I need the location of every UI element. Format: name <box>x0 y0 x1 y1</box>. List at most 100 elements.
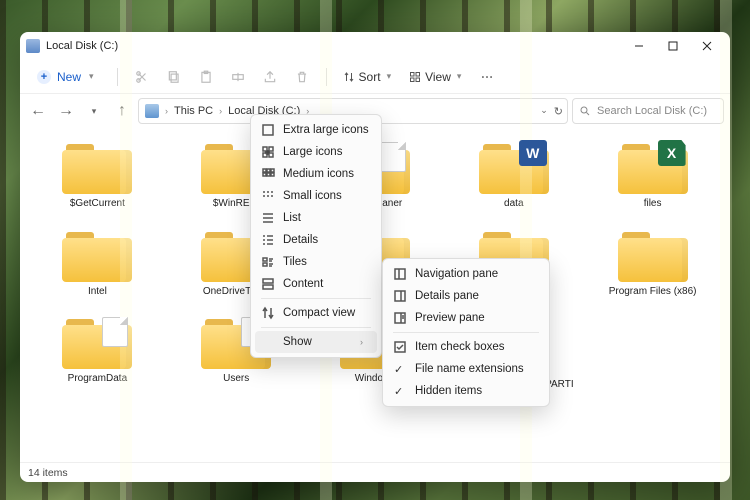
folder-icon <box>477 138 551 196</box>
show-submenu-item[interactable]: ✓ Hidden items <box>387 380 545 402</box>
share-button[interactable] <box>256 63 284 91</box>
item-label: Program Files (x86) <box>609 286 697 298</box>
chevron-down-icon: ▾ <box>87 71 96 82</box>
view-menu-item[interactable]: Details <box>255 229 377 251</box>
grid-s-icon <box>261 189 275 203</box>
drive-icon <box>26 39 40 53</box>
menu-item-label: Content <box>283 278 323 290</box>
item-label: Intel <box>88 286 107 298</box>
cut-button[interactable] <box>128 63 156 91</box>
show-submenu-item[interactable]: Show› <box>255 331 377 353</box>
show-submenu-item[interactable]: Details pane <box>387 285 545 307</box>
list-item[interactable]: Program Files (x86) <box>587 222 718 302</box>
rename-button[interactable] <box>224 63 252 91</box>
list-item[interactable]: Intel <box>32 222 163 302</box>
menu-item-label: File name extensions <box>415 363 524 375</box>
drive-icon <box>145 104 159 118</box>
word-badge-icon <box>519 140 547 166</box>
list-item[interactable]: data <box>448 134 579 214</box>
delete-button[interactable] <box>288 63 316 91</box>
view-icon <box>409 71 421 83</box>
maximize-button[interactable] <box>656 32 690 60</box>
search-placeholder: Search Local Disk (C:) <box>597 105 707 117</box>
sort-button-label: Sort <box>359 70 381 84</box>
show-submenu-item[interactable]: Navigation pane <box>387 263 545 285</box>
refresh-button[interactable]: ↻ <box>554 105 563 118</box>
new-button[interactable]: + New ▾ <box>26 65 107 89</box>
menu-item-label: Details pane <box>415 290 479 302</box>
menu-separator <box>261 327 371 328</box>
folder-icon <box>616 138 690 196</box>
content-icon <box>261 277 275 291</box>
plus-icon: + <box>37 70 51 84</box>
item-label: ProgramData <box>68 373 127 385</box>
folder-icon <box>60 313 134 371</box>
menu-item-label: Preview pane <box>415 312 485 324</box>
item-label: files <box>644 198 662 210</box>
copy-button[interactable] <box>160 63 188 91</box>
search-icon <box>579 105 591 117</box>
view-menu-item[interactable]: Large icons <box>255 141 377 163</box>
menu-item-label: Extra large icons <box>283 124 369 136</box>
view-menu-item[interactable]: Extra large icons <box>255 119 377 141</box>
up-button[interactable]: ↑ <box>110 99 134 123</box>
view-menu: Extra large icons Large icons Medium icons… <box>250 114 382 358</box>
document-overlay-icon <box>102 317 128 347</box>
chevron-down-icon: ▾ <box>385 71 394 82</box>
menu-item-label: Navigation pane <box>415 268 498 280</box>
item-label: data <box>504 198 523 210</box>
menu-item-label: Large icons <box>283 146 342 158</box>
menu-item-label: Hidden items <box>415 385 482 397</box>
grid-m-icon <box>261 167 275 181</box>
show-submenu-item[interactable]: Preview pane <box>387 307 545 329</box>
view-menu-item[interactable]: Small icons <box>255 185 377 207</box>
pane-preview-icon <box>393 311 407 325</box>
list-item[interactable]: ProgramData <box>32 309 163 406</box>
view-button[interactable]: View ▾ <box>403 66 469 88</box>
folder-icon <box>60 138 134 196</box>
list-item[interactable]: files <box>587 134 718 214</box>
forward-button[interactable]: → <box>54 99 78 123</box>
command-bar: + New ▾ Sort ▾ View ▾ <box>20 60 730 94</box>
minimize-button[interactable] <box>622 32 656 60</box>
grid-xl-icon <box>261 123 275 137</box>
chevron-down-icon: ▾ <box>455 71 464 82</box>
back-button[interactable]: ← <box>26 99 50 123</box>
breadcrumb-root[interactable]: This PC <box>174 105 213 117</box>
check-icon: ✓ <box>394 385 403 398</box>
view-menu-item[interactable]: Content <box>255 273 377 295</box>
view-menu-item[interactable]: Medium icons <box>255 163 377 185</box>
folder-icon <box>616 226 690 284</box>
view-menu-item[interactable]: Tiles <box>255 251 377 273</box>
status-bar: 14 items <box>20 462 730 482</box>
show-submenu: Navigation pane Details pane Preview pane I… <box>382 258 550 407</box>
list-item[interactable]: $GetCurrent <box>32 134 163 214</box>
recent-locations-button[interactable]: ▾ <box>82 99 106 123</box>
menu-separator <box>261 298 371 299</box>
close-button[interactable] <box>690 32 724 60</box>
chevron-down-icon[interactable]: ⌄ <box>540 105 548 118</box>
search-input[interactable]: Search Local Disk (C:) <box>572 98 724 124</box>
check-icon: ✓ <box>394 363 403 376</box>
pane-nav-icon <box>393 267 407 281</box>
menu-item-label: Compact view <box>283 307 355 319</box>
chevron-right-icon: › <box>163 106 170 116</box>
pane-details-icon <box>393 289 407 303</box>
document-overlay-icon <box>380 142 406 172</box>
item-count: 14 items <box>28 467 68 479</box>
menu-item-label: Tiles <box>283 256 307 268</box>
paste-button[interactable] <box>192 63 220 91</box>
sort-button[interactable]: Sort ▾ <box>337 66 400 88</box>
more-button[interactable] <box>473 63 501 91</box>
view-menu-item[interactable]: List <box>255 207 377 229</box>
menu-item-label: Item check boxes <box>415 341 504 353</box>
show-submenu-item[interactable]: Item check boxes <box>387 336 545 358</box>
new-button-label: New <box>57 70 81 84</box>
menu-separator <box>393 332 539 333</box>
tiles-icon <box>261 255 275 269</box>
compact-view-item[interactable]: Compact view <box>255 302 377 324</box>
list-icon <box>261 211 275 225</box>
excel-badge-icon <box>658 140 686 166</box>
view-button-label: View <box>425 70 451 84</box>
show-submenu-item[interactable]: ✓ File name extensions <box>387 358 545 380</box>
